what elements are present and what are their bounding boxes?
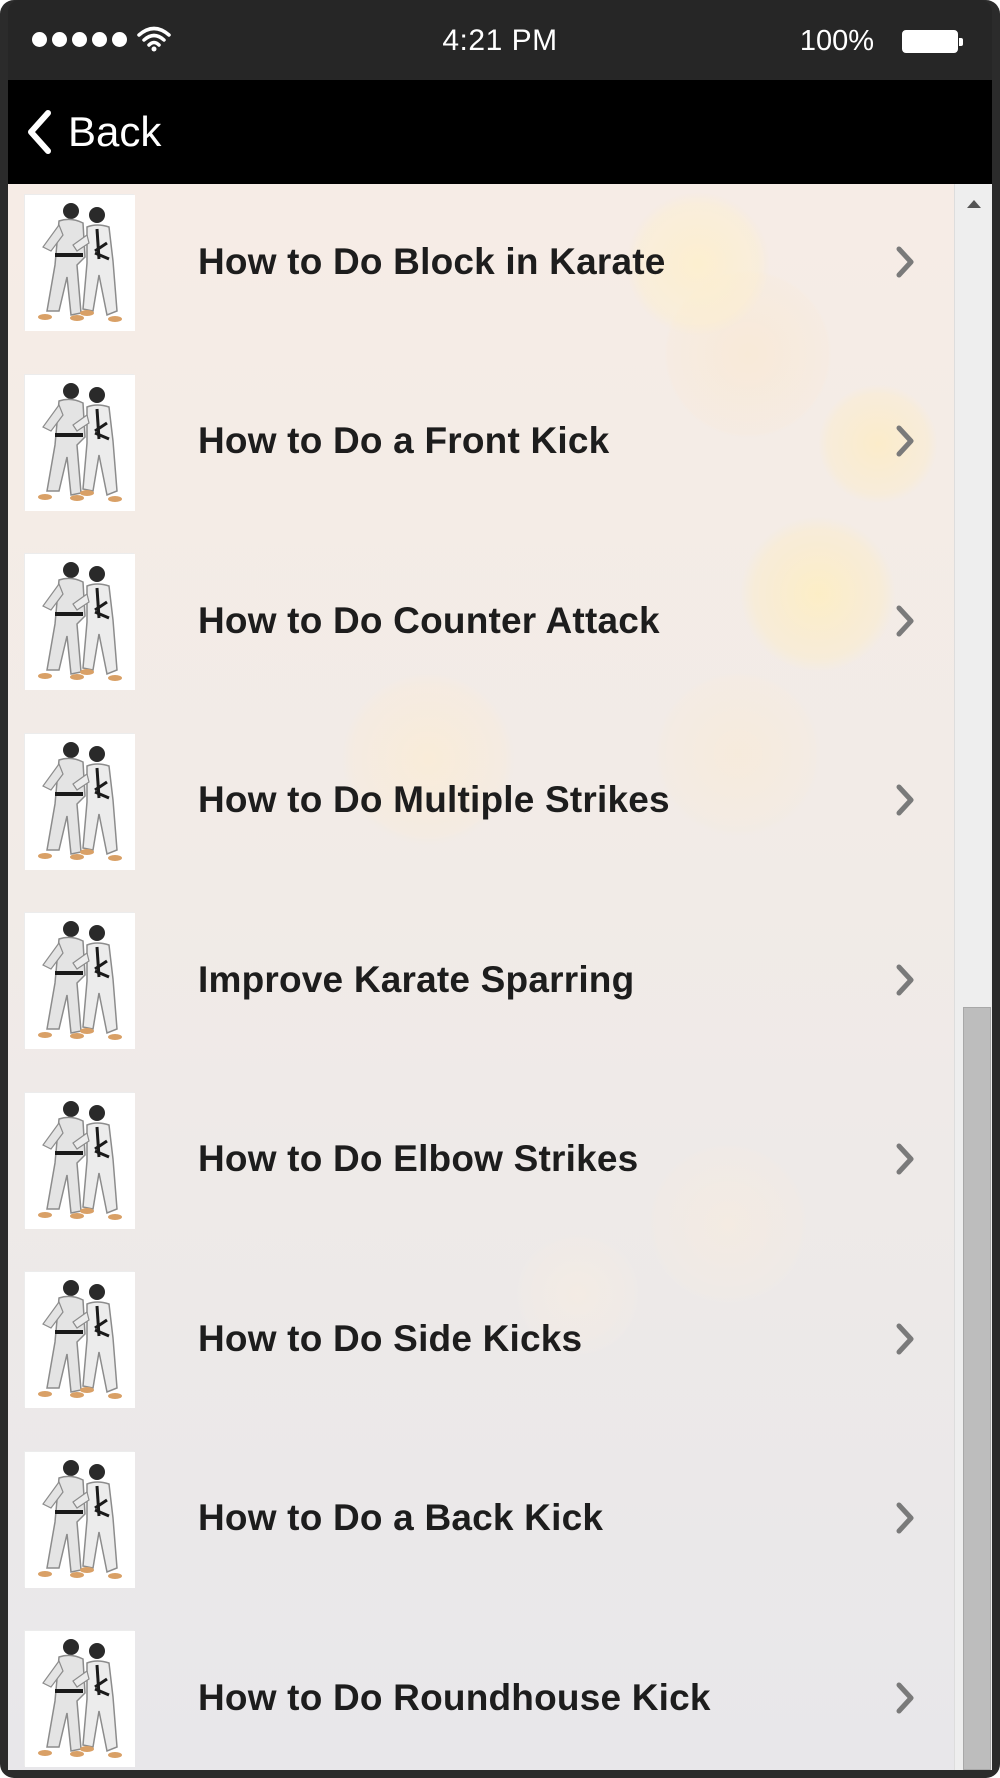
scroll-up-arrow-icon[interactable] [967,200,981,208]
navigation-bar: Back [8,80,992,184]
battery-percent: 100% [799,25,874,57]
thumbnail-image [24,732,135,870]
back-label: Back [68,108,162,155]
thumbnail-image [24,1091,135,1229]
list-item-label: How to Do Multiple Strikes [198,779,670,821]
karate-thumbnail-icon [25,374,135,511]
thumbnail-image [24,553,135,690]
karate-thumbnail-icon [25,195,135,331]
karate-thumbnail-icon [25,733,135,870]
list-item-label: How to Do Block in Karate [198,240,666,282]
chevron-right-icon [896,964,914,996]
chevron-right-icon [896,1323,914,1355]
list-item-label: How to Do Counter Attack [198,599,660,641]
chevron-right-icon [896,605,914,637]
list-item[interactable]: How to Do Counter Attack [8,531,948,711]
phone-frame: 4:21 PM 100% Back How to Do Block in Kar… [0,0,1000,1778]
scrollbar-thumb[interactable] [963,1007,991,1770]
chevron-right-icon [896,1143,914,1175]
thumbnail-image [24,1630,135,1767]
list-item[interactable]: Improve Karate Sparring [8,890,948,1070]
karate-thumbnail-icon [25,913,135,1049]
chevron-right-icon [896,246,914,278]
status-bar: 4:21 PM 100% [8,0,992,80]
thumbnail-image [24,912,135,1049]
thumbnail-image [24,1450,135,1588]
list-item-label: Improve Karate Sparring [198,958,635,1000]
thumbnail-image [24,1271,135,1408]
back-button[interactable]: Back [24,102,161,162]
article-list: How to Do Block in Karate How to Do a Fr… [8,184,948,1770]
chevron-right-icon [896,425,914,457]
chevron-right-icon [896,784,914,816]
list-item-label: How to Do Elbow Strikes [198,1138,639,1180]
chevron-right-icon [896,1682,914,1714]
list-item-label: How to Do Roundhouse Kick [198,1676,711,1718]
karate-thumbnail-icon [25,1631,135,1767]
karate-thumbnail-icon [25,1092,135,1229]
list-item-label: How to Do a Front Kick [198,420,610,462]
scrollbar[interactable] [954,184,992,1770]
chevron-right-icon [896,1502,914,1534]
list-item[interactable]: How to Do Block in Karate [8,184,948,352]
karate-thumbnail-icon [25,1451,135,1588]
list-item[interactable]: How to Do Roundhouse Kick [8,1608,948,1770]
content-area: How to Do Block in Karate How to Do a Fr… [8,184,992,1770]
thumbnail-image [24,194,135,331]
battery-icon [902,30,963,53]
thumbnail-image [24,373,135,511]
list-item[interactable]: How to Do Side Kicks [8,1249,948,1429]
karate-thumbnail-icon [25,1272,135,1408]
list-item[interactable]: How to Do Multiple Strikes [8,711,948,891]
list-item-label: How to Do Side Kicks [198,1317,583,1359]
list-item-label: How to Do a Back Kick [198,1497,604,1539]
chevron-left-icon [28,110,51,154]
karate-thumbnail-icon [25,554,135,690]
list-item[interactable]: How to Do a Back Kick [8,1429,948,1609]
list-item[interactable]: How to Do Elbow Strikes [8,1070,948,1250]
list-item[interactable]: How to Do a Front Kick [8,352,948,532]
